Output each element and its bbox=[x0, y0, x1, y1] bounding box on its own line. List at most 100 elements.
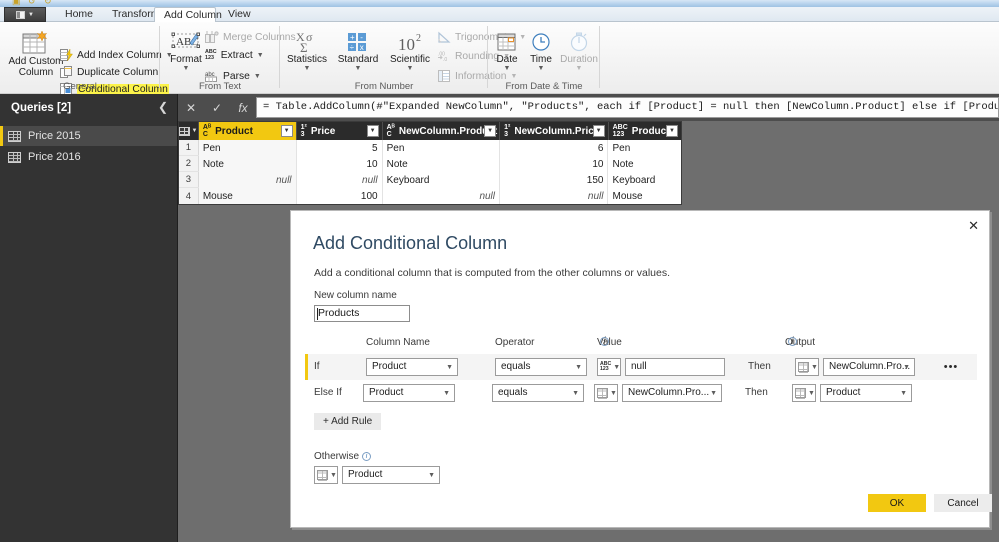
cell-newcolumn-price[interactable]: 150 bbox=[500, 172, 609, 188]
table-row[interactable]: 1 Pen 5 Pen 6 Pen bbox=[179, 140, 681, 156]
sidebar-item-price-2016[interactable]: Price 2016 bbox=[0, 147, 177, 167]
rule-output-type-button[interactable]: ▼ bbox=[795, 358, 819, 376]
rule-operator-select[interactable]: equals ▼ bbox=[492, 384, 584, 402]
cell-price[interactable]: 10 bbox=[296, 156, 383, 172]
ribbon-group-from-date-time-label: From Date & Time bbox=[505, 81, 583, 92]
chevron-down-icon[interactable]: ▼ bbox=[666, 125, 679, 137]
grid-column-header-products[interactable]: ABC 123 Products ▼ bbox=[609, 122, 681, 140]
cell-product[interactable]: Pen bbox=[198, 140, 297, 156]
formula-input[interactable]: = Table.AddColumn(#"Expanded NewColumn",… bbox=[256, 97, 999, 118]
rule-column-name-select[interactable]: Product ▼ bbox=[366, 358, 458, 376]
header-column-name: Column Name bbox=[366, 337, 430, 348]
otherwise-value-select[interactable]: Product ▼ bbox=[342, 466, 440, 484]
rule-value-input[interactable]: null bbox=[625, 358, 725, 376]
file-menu-icon bbox=[16, 10, 26, 19]
extract-item[interactable]: ABC 123 Extract ▼ bbox=[205, 49, 264, 61]
table-row[interactable]: 4 Mouse 100 null null Mouse bbox=[179, 188, 681, 204]
chevron-down-icon[interactable]: ▼ bbox=[366, 125, 379, 137]
cell-price[interactable]: 5 bbox=[296, 140, 383, 156]
date-button[interactable]: Date ▼ bbox=[490, 32, 524, 72]
chevron-down-icon[interactable]: ▼ bbox=[280, 125, 293, 137]
formula-cancel-icon[interactable]: ✕ bbox=[178, 94, 204, 121]
rule-output-type-button[interactable]: ▼ bbox=[792, 384, 816, 402]
cell-newcolumn-price[interactable]: 6 bbox=[500, 140, 609, 156]
cell-newcolumn-product[interactable]: Pen bbox=[382, 140, 501, 156]
grid-column-header-product[interactable]: Aᴮ C Product ▼ bbox=[198, 122, 297, 140]
add-index-column-label: Add Index Column bbox=[77, 49, 162, 61]
quick-access-icon-1[interactable]: ▣ bbox=[12, 0, 21, 6]
chevron-down-icon[interactable]: ▼ bbox=[484, 125, 497, 137]
chevron-down-icon[interactable]: ▼ bbox=[592, 125, 605, 137]
date-label: Date bbox=[496, 54, 518, 65]
grid-column-header-newcolumn-product[interactable]: Aᴮ C NewColumn.Product ▼ bbox=[383, 122, 501, 140]
tab-view[interactable]: View bbox=[219, 7, 257, 22]
tab-add-column[interactable]: Add Column bbox=[154, 7, 222, 23]
cell-newcolumn-product[interactable]: Keyboard bbox=[382, 172, 501, 188]
rule-more-options-button[interactable]: ••• bbox=[936, 358, 966, 376]
select-all-columns-button[interactable]: ▼ bbox=[179, 122, 199, 140]
table-row[interactable]: 3 null null Keyboard 150 Keyboard bbox=[179, 172, 681, 188]
ok-button[interactable]: OK bbox=[868, 494, 926, 512]
rule-output-select[interactable]: Product ▼ bbox=[820, 384, 912, 402]
type-text-icon: Aᴮ C bbox=[202, 124, 212, 138]
grid-column-header-newcolumn-price[interactable]: 1² 3 NewColumn.Price ▼ bbox=[500, 122, 609, 140]
cell-products[interactable]: Keyboard bbox=[608, 172, 681, 188]
file-menu-button[interactable]: ▼ bbox=[4, 7, 46, 22]
cell-newcolumn-price[interactable]: null bbox=[500, 188, 609, 204]
formula-accept-icon[interactable]: ✓ bbox=[204, 94, 230, 121]
tab-home[interactable]: Home bbox=[55, 7, 103, 22]
cell-product[interactable]: null bbox=[198, 172, 297, 188]
rule-column-name-select[interactable]: Product ▼ bbox=[363, 384, 455, 402]
rule-value-type-button[interactable]: ▼ bbox=[594, 384, 618, 402]
chevron-left-icon[interactable]: ❮ bbox=[158, 100, 168, 114]
rule-value-select[interactable]: NewColumn.Pro... ▼ bbox=[622, 384, 722, 402]
info-icon[interactable]: i bbox=[788, 337, 797, 347]
cell-product[interactable]: Note bbox=[198, 156, 297, 172]
sigma-icon: X σ Σ bbox=[296, 30, 313, 54]
formula-fx-icon[interactable]: fx bbox=[230, 101, 256, 115]
cell-newcolumn-price[interactable]: 10 bbox=[500, 156, 609, 172]
quick-access-icon-2[interactable]: ↺ bbox=[28, 0, 36, 6]
quick-access-icon-3[interactable]: ↻ bbox=[44, 0, 52, 6]
cell-newcolumn-product[interactable]: null bbox=[382, 188, 501, 204]
ribbon-group-from-date-time: Date ▼ Time ▼ Duration ▼ From Date & Tim… bbox=[488, 22, 600, 94]
cell-newcolumn-product[interactable]: Note bbox=[382, 156, 501, 172]
new-column-name-input[interactable]: Products bbox=[314, 305, 410, 322]
cell-price[interactable]: 100 bbox=[296, 188, 383, 204]
cell-product[interactable]: Mouse bbox=[198, 188, 297, 204]
rule-output-select[interactable]: NewColumn.Pro... ▼ bbox=[823, 358, 915, 376]
calendar-icon bbox=[497, 33, 516, 51]
info-icon[interactable]: i bbox=[362, 452, 372, 461]
add-index-column-item[interactable]: Add Index Column ▼ bbox=[60, 49, 173, 61]
cell-price[interactable]: null bbox=[296, 172, 383, 188]
grid-column-header-price[interactable]: 1² 3 Price ▼ bbox=[297, 122, 383, 140]
chevron-down-icon: ▼ bbox=[182, 65, 190, 72]
statistics-button[interactable]: X σ Σ Statistics ▼ bbox=[282, 30, 332, 72]
ribbon-group-from-number-label: From Number bbox=[354, 81, 414, 92]
chevron-down-icon: ▼ bbox=[406, 65, 414, 72]
add-custom-column-button[interactable]: Add Custom Column bbox=[8, 30, 64, 78]
format-button[interactable]: ABC Format ▼ bbox=[166, 30, 206, 72]
sidebar-item-price-2015[interactable]: Price 2015 bbox=[0, 126, 177, 146]
time-button[interactable]: Time ▼ bbox=[524, 32, 558, 72]
type-any-icon: ABC 123 bbox=[612, 124, 628, 138]
table-row[interactable]: 2 Note 10 Note 10 Note bbox=[179, 156, 681, 172]
duration-button[interactable]: Duration ▼ bbox=[558, 32, 600, 72]
cell-products[interactable]: Mouse bbox=[608, 188, 681, 204]
close-icon[interactable]: ✕ bbox=[968, 219, 979, 232]
cell-products[interactable]: Note bbox=[608, 156, 681, 172]
add-rule-button[interactable]: + Add Rule bbox=[314, 413, 382, 430]
column-picker-icon bbox=[798, 362, 809, 373]
ribbon-group-from-text-label: From Text bbox=[198, 81, 242, 92]
standard-button[interactable]: + - ÷ x Standard ▼ bbox=[332, 30, 384, 72]
cancel-button[interactable]: Cancel bbox=[934, 494, 992, 512]
rule-operator-select[interactable]: equals ▼ bbox=[495, 358, 587, 376]
grid-column-label: Product bbox=[215, 125, 253, 137]
info-icon[interactable]: i bbox=[600, 337, 609, 347]
otherwise-type-button[interactable]: ▼ bbox=[314, 466, 338, 484]
duplicate-column-item[interactable]: Duplicate Column bbox=[60, 66, 158, 78]
rounding-icon: .00 .0 bbox=[438, 52, 447, 62]
rule-value-type-button[interactable]: ABC 123 ▼ bbox=[597, 358, 621, 376]
scientific-button[interactable]: 10 2 Scientific ▼ bbox=[384, 30, 436, 72]
cell-products[interactable]: Pen bbox=[608, 140, 681, 156]
